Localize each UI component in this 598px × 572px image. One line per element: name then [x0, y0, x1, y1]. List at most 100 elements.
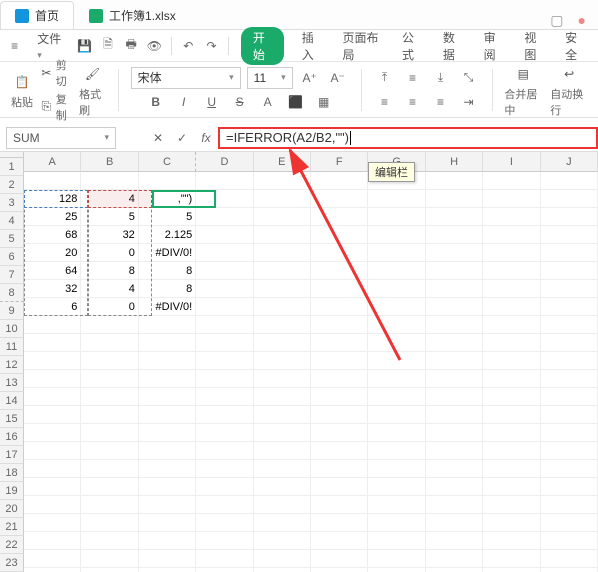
row-header-15[interactable]: 15 — [0, 410, 24, 428]
cell-J17[interactable] — [541, 460, 598, 478]
row-header-14[interactable]: 14 — [0, 392, 24, 410]
cell-E3[interactable] — [254, 208, 311, 226]
cell-E16[interactable] — [254, 442, 311, 460]
cell-A16[interactable] — [24, 442, 81, 460]
cancel-formula-button[interactable]: ✕ — [146, 127, 170, 149]
cell-B4[interactable]: 32 — [81, 226, 138, 244]
increase-font-icon[interactable]: A⁺ — [299, 67, 321, 89]
menu-layout[interactable]: 页面布局 — [334, 29, 388, 63]
row-header-9[interactable]: 9 — [0, 302, 24, 320]
menu-data[interactable]: 数据 — [435, 29, 470, 63]
row-header-18[interactable]: 18 — [0, 464, 24, 482]
cell-I18[interactable] — [483, 478, 540, 496]
cell-B1[interactable] — [81, 172, 138, 190]
cell-G3[interactable] — [368, 208, 425, 226]
cell-F12[interactable] — [311, 370, 368, 388]
menu-review[interactable]: 审阅 — [476, 29, 511, 63]
row-header-6[interactable]: 6 — [0, 248, 24, 266]
cell-E18[interactable] — [254, 478, 311, 496]
cell-D8[interactable] — [196, 298, 253, 316]
cell-E11[interactable] — [254, 352, 311, 370]
row-header-12[interactable]: 12 — [0, 356, 24, 374]
cell-J19[interactable] — [541, 496, 598, 514]
cell-H9[interactable] — [426, 316, 483, 334]
row-header-7[interactable]: 7 — [0, 266, 24, 284]
cell-A12[interactable] — [24, 370, 81, 388]
cell-G15[interactable] — [368, 424, 425, 442]
cell-E20[interactable] — [254, 514, 311, 532]
strike-button[interactable]: S — [229, 91, 251, 113]
cell-F23[interactable] — [311, 568, 368, 572]
cell-E1[interactable] — [254, 172, 311, 190]
save-as-icon[interactable]: 🗎 — [99, 35, 116, 57]
cell-C2[interactable]: ,"") — [139, 190, 196, 208]
cell-D17[interactable] — [196, 460, 253, 478]
cell-B13[interactable] — [81, 388, 138, 406]
cell-E10[interactable] — [254, 334, 311, 352]
row-header-2[interactable]: 2 — [0, 176, 24, 194]
cell-B22[interactable] — [81, 550, 138, 568]
cell-H4[interactable] — [426, 226, 483, 244]
cell-D12[interactable] — [196, 370, 253, 388]
cell-I19[interactable] — [483, 496, 540, 514]
cell-H11[interactable] — [426, 352, 483, 370]
align-middle-icon[interactable]: ≡ — [402, 67, 424, 89]
cell-C18[interactable] — [139, 478, 196, 496]
name-box[interactable]: SUM▾ — [6, 127, 116, 149]
cell-J13[interactable] — [541, 388, 598, 406]
cell-D20[interactable] — [196, 514, 253, 532]
cell-I1[interactable] — [483, 172, 540, 190]
cell-B17[interactable] — [81, 460, 138, 478]
cell-B6[interactable]: 8 — [81, 262, 138, 280]
row-header-11[interactable]: 11 — [0, 338, 24, 356]
column-header-E[interactable]: E — [254, 152, 311, 172]
cell-G9[interactable] — [368, 316, 425, 334]
formula-input[interactable]: =IFERROR(A2/B2,"") — [218, 127, 598, 149]
row-header-21[interactable]: 21 — [0, 518, 24, 536]
cell-D1[interactable] — [196, 172, 253, 190]
cell-E12[interactable] — [254, 370, 311, 388]
cell-G11[interactable] — [368, 352, 425, 370]
cell-C11[interactable] — [139, 352, 196, 370]
cell-F7[interactable] — [311, 280, 368, 298]
cell-H20[interactable] — [426, 514, 483, 532]
cell-J6[interactable] — [541, 262, 598, 280]
cell-C6[interactable]: 8 — [139, 262, 196, 280]
cell-A4[interactable]: 68 — [24, 226, 81, 244]
cell-C14[interactable] — [139, 406, 196, 424]
cell-I12[interactable] — [483, 370, 540, 388]
column-header-J[interactable]: J — [541, 152, 598, 172]
cell-E23[interactable] — [254, 568, 311, 572]
cell-D10[interactable] — [196, 334, 253, 352]
cell-A13[interactable] — [24, 388, 81, 406]
cell-F4[interactable] — [311, 226, 368, 244]
cell-F13[interactable] — [311, 388, 368, 406]
cell-A8[interactable]: 6 — [24, 298, 81, 316]
cell-G20[interactable] — [368, 514, 425, 532]
cell-B3[interactable]: 5 — [81, 208, 138, 226]
cell-C12[interactable] — [139, 370, 196, 388]
cell-A11[interactable] — [24, 352, 81, 370]
cell-G12[interactable] — [368, 370, 425, 388]
cell-C22[interactable] — [139, 550, 196, 568]
cell-F14[interactable] — [311, 406, 368, 424]
cell-G14[interactable] — [368, 406, 425, 424]
cell-C10[interactable] — [139, 334, 196, 352]
cell-C13[interactable] — [139, 388, 196, 406]
cell-B8[interactable]: 0 — [81, 298, 138, 316]
cell-A2[interactable]: 128 — [24, 190, 81, 208]
cell-A18[interactable] — [24, 478, 81, 496]
cell-C17[interactable] — [139, 460, 196, 478]
cell-F21[interactable] — [311, 532, 368, 550]
cell-A1[interactable] — [24, 172, 81, 190]
cell-A10[interactable] — [24, 334, 81, 352]
cell-A17[interactable] — [24, 460, 81, 478]
row-header-16[interactable]: 16 — [0, 428, 24, 446]
cell-A9[interactable] — [24, 316, 81, 334]
underline-button[interactable]: U — [201, 91, 223, 113]
cell-I16[interactable] — [483, 442, 540, 460]
cell-E14[interactable] — [254, 406, 311, 424]
cell-F10[interactable] — [311, 334, 368, 352]
column-header-B[interactable]: B — [81, 152, 138, 172]
cell-H8[interactable] — [426, 298, 483, 316]
